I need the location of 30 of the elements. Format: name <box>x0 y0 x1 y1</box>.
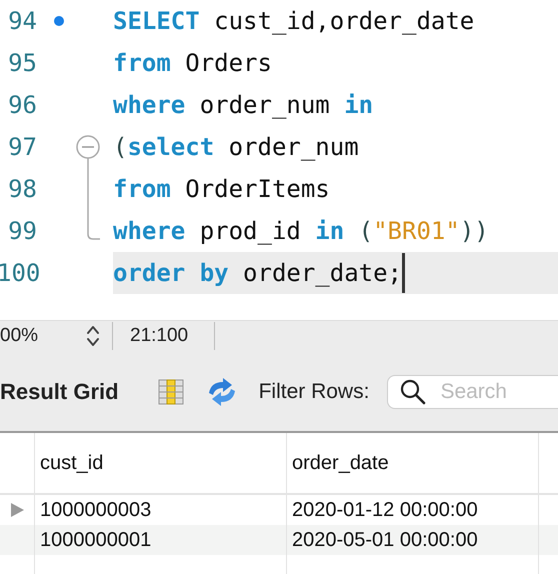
filter-rows-label: Filter Rows: <box>258 380 370 404</box>
column-header[interactable]: cust_id <box>34 433 286 493</box>
line-number: 98 <box>7 175 37 203</box>
table-cell: 2020-05-01 00:00:00 <box>286 525 538 555</box>
code-line: from Orders <box>113 49 272 77</box>
code-line: order by order_date; <box>113 259 402 287</box>
line-number: 95 <box>7 49 37 77</box>
line-number: 100 <box>0 259 37 287</box>
line-number: 99 <box>7 217 37 245</box>
code-line: (select order_num <box>113 133 359 161</box>
line-number: 97 <box>7 133 37 161</box>
grid-columns-icon[interactable] <box>156 378 185 406</box>
code-line: where order_num in <box>113 91 374 119</box>
column-header[interactable]: order_date <box>286 433 538 493</box>
fold-end-line <box>87 210 100 240</box>
code-line: from OrderItems <box>113 175 330 203</box>
fold-line <box>87 168 89 210</box>
code-line: SELECT cust_id,order_date <box>113 7 474 35</box>
result-grid-title: Result Grid <box>0 379 119 405</box>
cursor-position: 21:100 <box>129 325 190 347</box>
search-field[interactable]: Search <box>387 375 558 409</box>
bookmark-dot-icon <box>53 15 65 27</box>
text-cursor <box>402 253 405 293</box>
stepper-icon[interactable] <box>86 324 100 348</box>
code-line: where prod_id in ("BR01")) <box>113 217 489 245</box>
line-number: 94 <box>7 7 37 35</box>
table-cell: 1000000001 <box>34 525 286 555</box>
search-icon <box>399 378 428 406</box>
line-number: 96 <box>7 91 37 119</box>
zoom-value: 00% <box>0 325 40 347</box>
